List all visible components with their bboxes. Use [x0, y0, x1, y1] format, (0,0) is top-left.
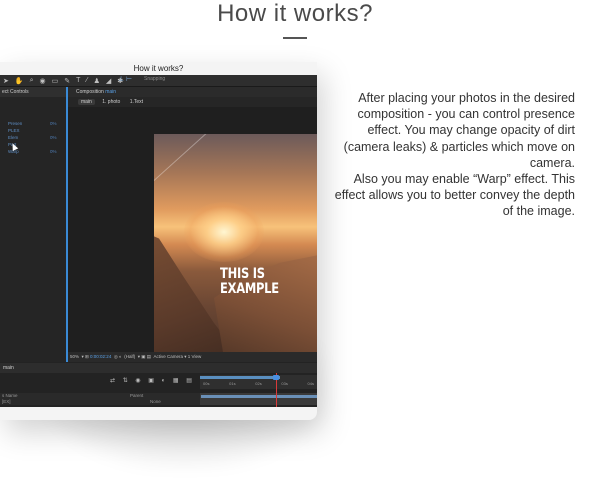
- tool-bar: ➤ ✋ ⌕ ◉ ▭ ✎ T ⁄ ♟ ◢ ✱ ⊥ ⊢ Snapping: [0, 75, 317, 87]
- overlay-line-1: THIS IS: [220, 266, 265, 282]
- screenshot-card: How it works? ➤ ✋ ⌕ ◉ ▭ ✎ T ⁄ ♟ ◢ ✱ ⊥ ⊢ …: [0, 62, 317, 420]
- pen-tool-icon[interactable]: ✎: [64, 77, 70, 85]
- composition-panel: Composition main main 1. photo 1.Text TH…: [68, 87, 317, 362]
- resolution[interactable]: (Half): [124, 354, 135, 359]
- brush-tool-icon[interactable]: ⁄: [86, 77, 87, 84]
- property-elements-value[interactable]: 0%: [50, 135, 57, 140]
- clone-tool-icon[interactable]: ♟: [94, 77, 100, 85]
- timeline-controls[interactable]: ⇄ ⇅ ◉ ▣ ◐ ▦ ▤: [110, 377, 195, 384]
- active-camera[interactable]: Active Camera: [154, 354, 184, 359]
- camera-tool-icon[interactable]: ◉: [40, 77, 46, 85]
- viewer-status-bar: 50% ▾ ⊞ 0:00:02:24 ◎ ◐ (Half) ▾ ▣ ▤ Acti…: [68, 352, 317, 362]
- nav-photo[interactable]: 1. photo: [102, 99, 120, 105]
- property-warp-value[interactable]: 0%: [50, 149, 57, 154]
- layer-duration-bar[interactable]: [201, 395, 317, 398]
- ruler-label: 02s: [255, 381, 262, 386]
- property-plex[interactable]: PLEX: [8, 128, 20, 134]
- layer-row[interactable]: s Name [EX] Parent None: [0, 393, 317, 405]
- ruler-label: 04s: [307, 381, 314, 386]
- card-title: How it works?: [133, 64, 184, 73]
- eraser-tool-icon[interactable]: ◢: [106, 77, 111, 85]
- composition-navigator: main 1. photo 1.Text: [68, 97, 317, 107]
- property-presence-value[interactable]: 0%: [50, 121, 57, 126]
- ruler-labels: 00s 01s 02s 03s 04s: [200, 381, 317, 386]
- description-paragraph-1: After placing your photos in the desired…: [343, 91, 575, 170]
- ruler-label: 03s: [281, 381, 288, 386]
- axis-icons[interactable]: ⊥ ⊢: [118, 75, 132, 83]
- description-paragraph-2: Also you may enable “Warp” effect. This …: [334, 172, 575, 219]
- title-divider: [283, 37, 307, 39]
- effect-controls-tab[interactable]: ect Controls: [0, 87, 66, 97]
- ruler-label: 01s: [229, 381, 236, 386]
- work-area-bar[interactable]: [200, 376, 280, 379]
- property-presence[interactable]: Presen: [8, 121, 22, 127]
- parent-value[interactable]: None: [150, 399, 161, 405]
- rect-tool-icon[interactable]: ▭: [52, 77, 59, 85]
- timecode[interactable]: 0:00:02:24: [90, 354, 111, 359]
- nav-main[interactable]: main: [78, 99, 95, 105]
- composition-tab-label[interactable]: Composition: [76, 89, 104, 95]
- snapping-label[interactable]: Snapping: [144, 76, 165, 82]
- overlay-line-2: EXAMPLE: [220, 281, 279, 297]
- page-title: How it works?: [217, 0, 373, 27]
- guide-line: [154, 134, 286, 190]
- composition-tab-bar: Composition main: [68, 87, 317, 97]
- ruler-label: 00s: [203, 381, 210, 386]
- nav-text[interactable]: 1.Text: [130, 99, 143, 105]
- composition-tab-name[interactable]: main: [105, 89, 116, 95]
- zoom-level[interactable]: 50%: [70, 354, 79, 359]
- select-tool-icon[interactable]: ➤: [3, 77, 9, 85]
- overlay-headline: THIS IS EXAMPLE: [220, 266, 279, 297]
- time-ruler[interactable]: 00s 01s 02s 03s 04s: [200, 375, 317, 389]
- timeline-tab[interactable]: main: [0, 363, 317, 373]
- composition-viewer[interactable]: THIS IS EXAMPLE: [154, 134, 317, 355]
- effect-controls-panel: ect Controls Presen 0% PLEX Elem 0% Part…: [0, 87, 68, 362]
- sun-glow: [184, 202, 264, 262]
- text-tool-icon[interactable]: T: [76, 77, 80, 84]
- zoom-tool-icon[interactable]: ⌕: [30, 77, 34, 85]
- playhead-handle[interactable]: [273, 375, 279, 380]
- parent-header: Parent: [130, 393, 144, 398]
- after-effects-window: ➤ ✋ ⌕ ◉ ▭ ✎ T ⁄ ♟ ◢ ✱ ⊥ ⊢ Snapping ect C…: [0, 75, 317, 407]
- timeline-panel: ⇄ ⇅ ◉ ▣ ◐ ▦ ▤ 00s 01s 02s 03s 04s s Name…: [0, 373, 317, 407]
- view-count[interactable]: 1 View: [188, 354, 201, 359]
- description-text: After placing your photos in the desired…: [333, 90, 575, 220]
- hand-tool-icon[interactable]: ✋: [15, 77, 24, 85]
- property-elements[interactable]: Elem: [8, 135, 18, 141]
